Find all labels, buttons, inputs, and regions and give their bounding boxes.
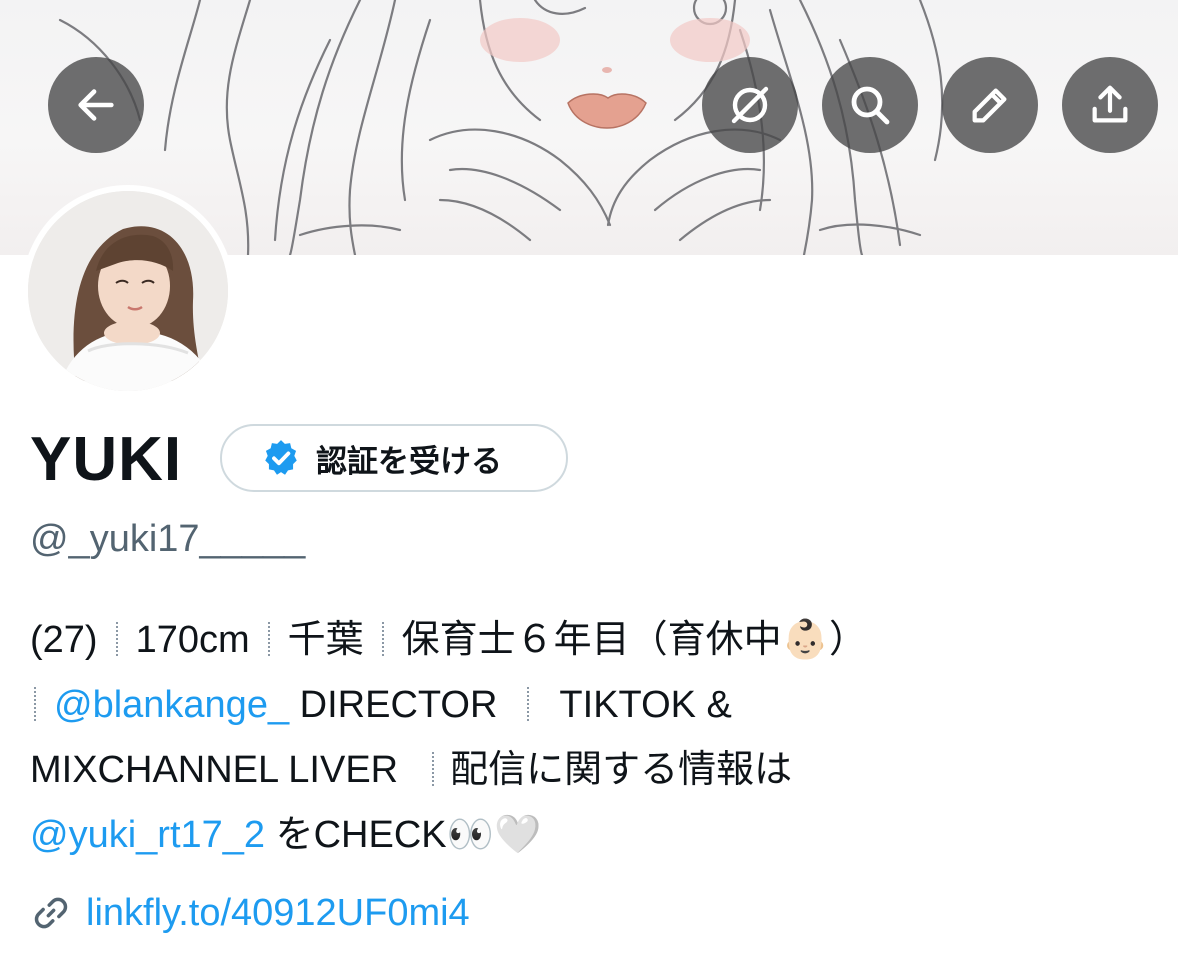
profile-website: linkfly.to/40912UF0mi4: [30, 888, 470, 938]
grok-button[interactable]: [702, 57, 798, 153]
baby-emoji: 👶🏻: [781, 619, 829, 661]
pencil-icon: [972, 88, 1007, 123]
bio-info: 配信に関する情報は: [450, 749, 793, 791]
profile-handle: @_yuki17_____: [30, 518, 306, 560]
arrow-left-icon: [78, 89, 114, 121]
search-button[interactable]: [822, 57, 918, 153]
mention-link[interactable]: @yuki_rt17_2: [30, 814, 265, 856]
dotted-separator: [115, 622, 118, 656]
share-button[interactable]: [1062, 57, 1158, 153]
dotted-separator: [381, 622, 384, 656]
search-icon: [851, 86, 890, 125]
white-heart-emoji: 🤍: [493, 814, 542, 856]
mention-link[interactable]: @blankange_: [54, 684, 289, 726]
get-verified-label: 認証を受ける: [316, 443, 502, 479]
avatar-frame: [22, 185, 234, 397]
bio-age: (27): [30, 619, 98, 661]
bio-place: 千葉: [287, 619, 364, 661]
dotted-separator: [527, 687, 530, 721]
bio-height: 170cm: [135, 619, 250, 661]
back-button[interactable]: [48, 57, 144, 153]
dotted-separator: [432, 752, 435, 786]
bio-tiktok: TIKTOK &: [559, 684, 732, 726]
share-icon: [1092, 85, 1128, 123]
avatar[interactable]: [28, 191, 228, 391]
bio-close-paren: ）: [829, 619, 868, 661]
profile-name: YUKI: [30, 425, 183, 494]
bio-line: (27) 170cm 千葉 保育士６年目（育休中👶🏻）: [30, 608, 1150, 673]
dotted-separator: [34, 687, 36, 721]
bio-line: @blankange_ DIRECTOR TIKTOK &: [30, 673, 1150, 738]
bio-role: DIRECTOR: [299, 684, 498, 726]
dotted-separator: [267, 622, 270, 656]
grok-icon: [731, 86, 769, 124]
eyes-emoji: 👀: [446, 814, 494, 856]
bio-job: 保育士６年目（育休中: [401, 619, 782, 661]
bio-check: をCHECK: [275, 814, 447, 856]
get-verified-button[interactable]: 認証を受ける: [220, 424, 568, 492]
profile-bio: (27) 170cm 千葉 保育士６年目（育休中👶🏻） @blankange_ DIR…: [30, 608, 1150, 868]
edit-button[interactable]: [942, 57, 1038, 153]
link-icon: [34, 897, 68, 929]
avatar-photo: [28, 191, 228, 391]
bio-line: MIXCHANNEL LIVER 配信に関する情報は: [30, 738, 1150, 803]
bio-mixchannel: MIXCHANNEL LIVER: [30, 749, 399, 791]
verified-badge-icon: [265, 440, 297, 475]
website-link[interactable]: linkfly.to/40912UF0mi4: [86, 888, 470, 938]
bio-line: @yuki_rt17_2 をCHECK👀🤍: [30, 803, 1150, 868]
